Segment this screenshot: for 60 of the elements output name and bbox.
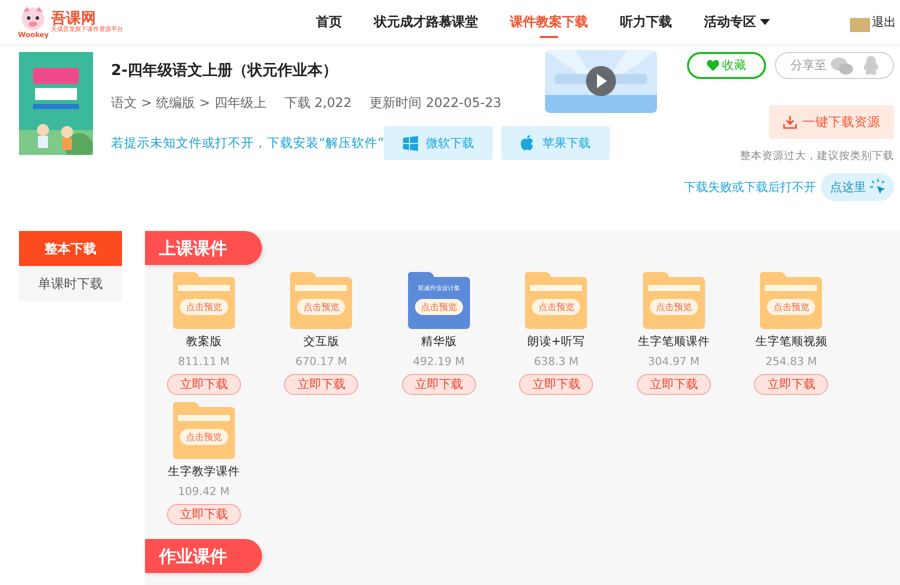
side-tab[interactable]: 整本下载 (19, 231, 122, 266)
download-button[interactable]: 立即下载 (166, 374, 241, 395)
preview-label[interactable]: 点击预览 (650, 299, 698, 315)
file-name: 教案版 (186, 334, 222, 349)
apple-icon (520, 135, 534, 151)
file-size: 109.42 M (178, 485, 230, 498)
download-button[interactable]: 立即下载 (519, 374, 594, 395)
click-here-button[interactable]: 点这里 (821, 173, 894, 201)
qq-icon[interactable] (862, 56, 878, 76)
breadcrumb: 语文 > 统编版 > 四年级上 (111, 95, 266, 112)
preview-label[interactable]: 点击预览 (532, 299, 580, 315)
nav-tab[interactable]: 课件教案下载 (494, 0, 604, 44)
file-name: 交互版 (303, 334, 340, 349)
avatar (850, 18, 870, 32)
preview-label[interactable]: 点击预览 (297, 299, 346, 315)
file-size: 811.11 M (178, 355, 230, 368)
download-button[interactable]: 立即下载 (402, 374, 476, 395)
side-tab[interactable]: 单课时下载 (19, 266, 122, 301)
update-time: 更新时间 2022-05-23 (370, 95, 502, 112)
download-button[interactable]: 立即下载 (636, 374, 711, 395)
section-header: 上课课件 (145, 231, 262, 265)
download-count: 下载 2,022 (284, 95, 352, 112)
apple-download-button[interactable]: 苹果下载 (500, 126, 610, 160)
fail-hint: 下载失败或下载后打不开 (684, 178, 816, 196)
file-name: 生字教学课件 (168, 464, 240, 479)
preview-label[interactable]: 点击预览 (414, 299, 463, 315)
file-name: 朗读+听写 (527, 334, 586, 349)
file-size: 304.97 M (648, 355, 700, 368)
brand-name[interactable]: 吾课网 (50, 10, 123, 26)
preview-label[interactable]: 点击预览 (180, 299, 228, 315)
file-name: 生字笔顺视频 (755, 334, 828, 349)
windows-icon (402, 136, 418, 150)
file-size: 492.19 M (413, 355, 464, 368)
nav-tab[interactable]: 首页 (300, 0, 358, 44)
download-button[interactable]: 立即下载 (166, 504, 241, 525)
file-size: 254.83 M (766, 355, 817, 368)
file-size: 670.17 M (296, 355, 347, 368)
section-header: 作业课件 (145, 539, 262, 573)
nav-tab[interactable]: 状元成才路慕课堂 (358, 0, 494, 44)
windows-download-button[interactable]: 微软下载 (384, 126, 493, 160)
nav-tab[interactable]: 活动专区 (688, 0, 786, 44)
size-note: 整本资源过大，建议按类别下载 (740, 149, 894, 163)
nav-tab[interactable]: 听力下载 (604, 0, 688, 44)
file-size: 638.3 M (534, 355, 578, 368)
download-all-button[interactable]: 一键下载资源 (769, 105, 894, 139)
cursor-icon (870, 179, 886, 195)
favorite-button[interactable]: 收藏 (687, 52, 766, 79)
wechat-icon[interactable] (830, 56, 852, 74)
share-label: 分享至 (790, 57, 826, 74)
preview-label[interactable]: 点击预览 (180, 429, 228, 445)
download-button[interactable]: 立即下载 (754, 374, 828, 395)
file-name: 生字笔顺课件 (638, 334, 710, 349)
file-name: 精华版 (420, 334, 457, 349)
resource-title: 2-四年级语文上册（状元作业本） (111, 61, 339, 80)
heart-icon (707, 60, 719, 71)
download-button[interactable]: 立即下载 (284, 374, 358, 395)
hint-link[interactable]: 若提示未知文件或打不开，下载安装“解压软件” (111, 134, 384, 152)
preview-label[interactable]: 点击预览 (767, 299, 816, 315)
logout-link[interactable]: 退出 (872, 14, 896, 30)
download-icon (782, 115, 796, 129)
